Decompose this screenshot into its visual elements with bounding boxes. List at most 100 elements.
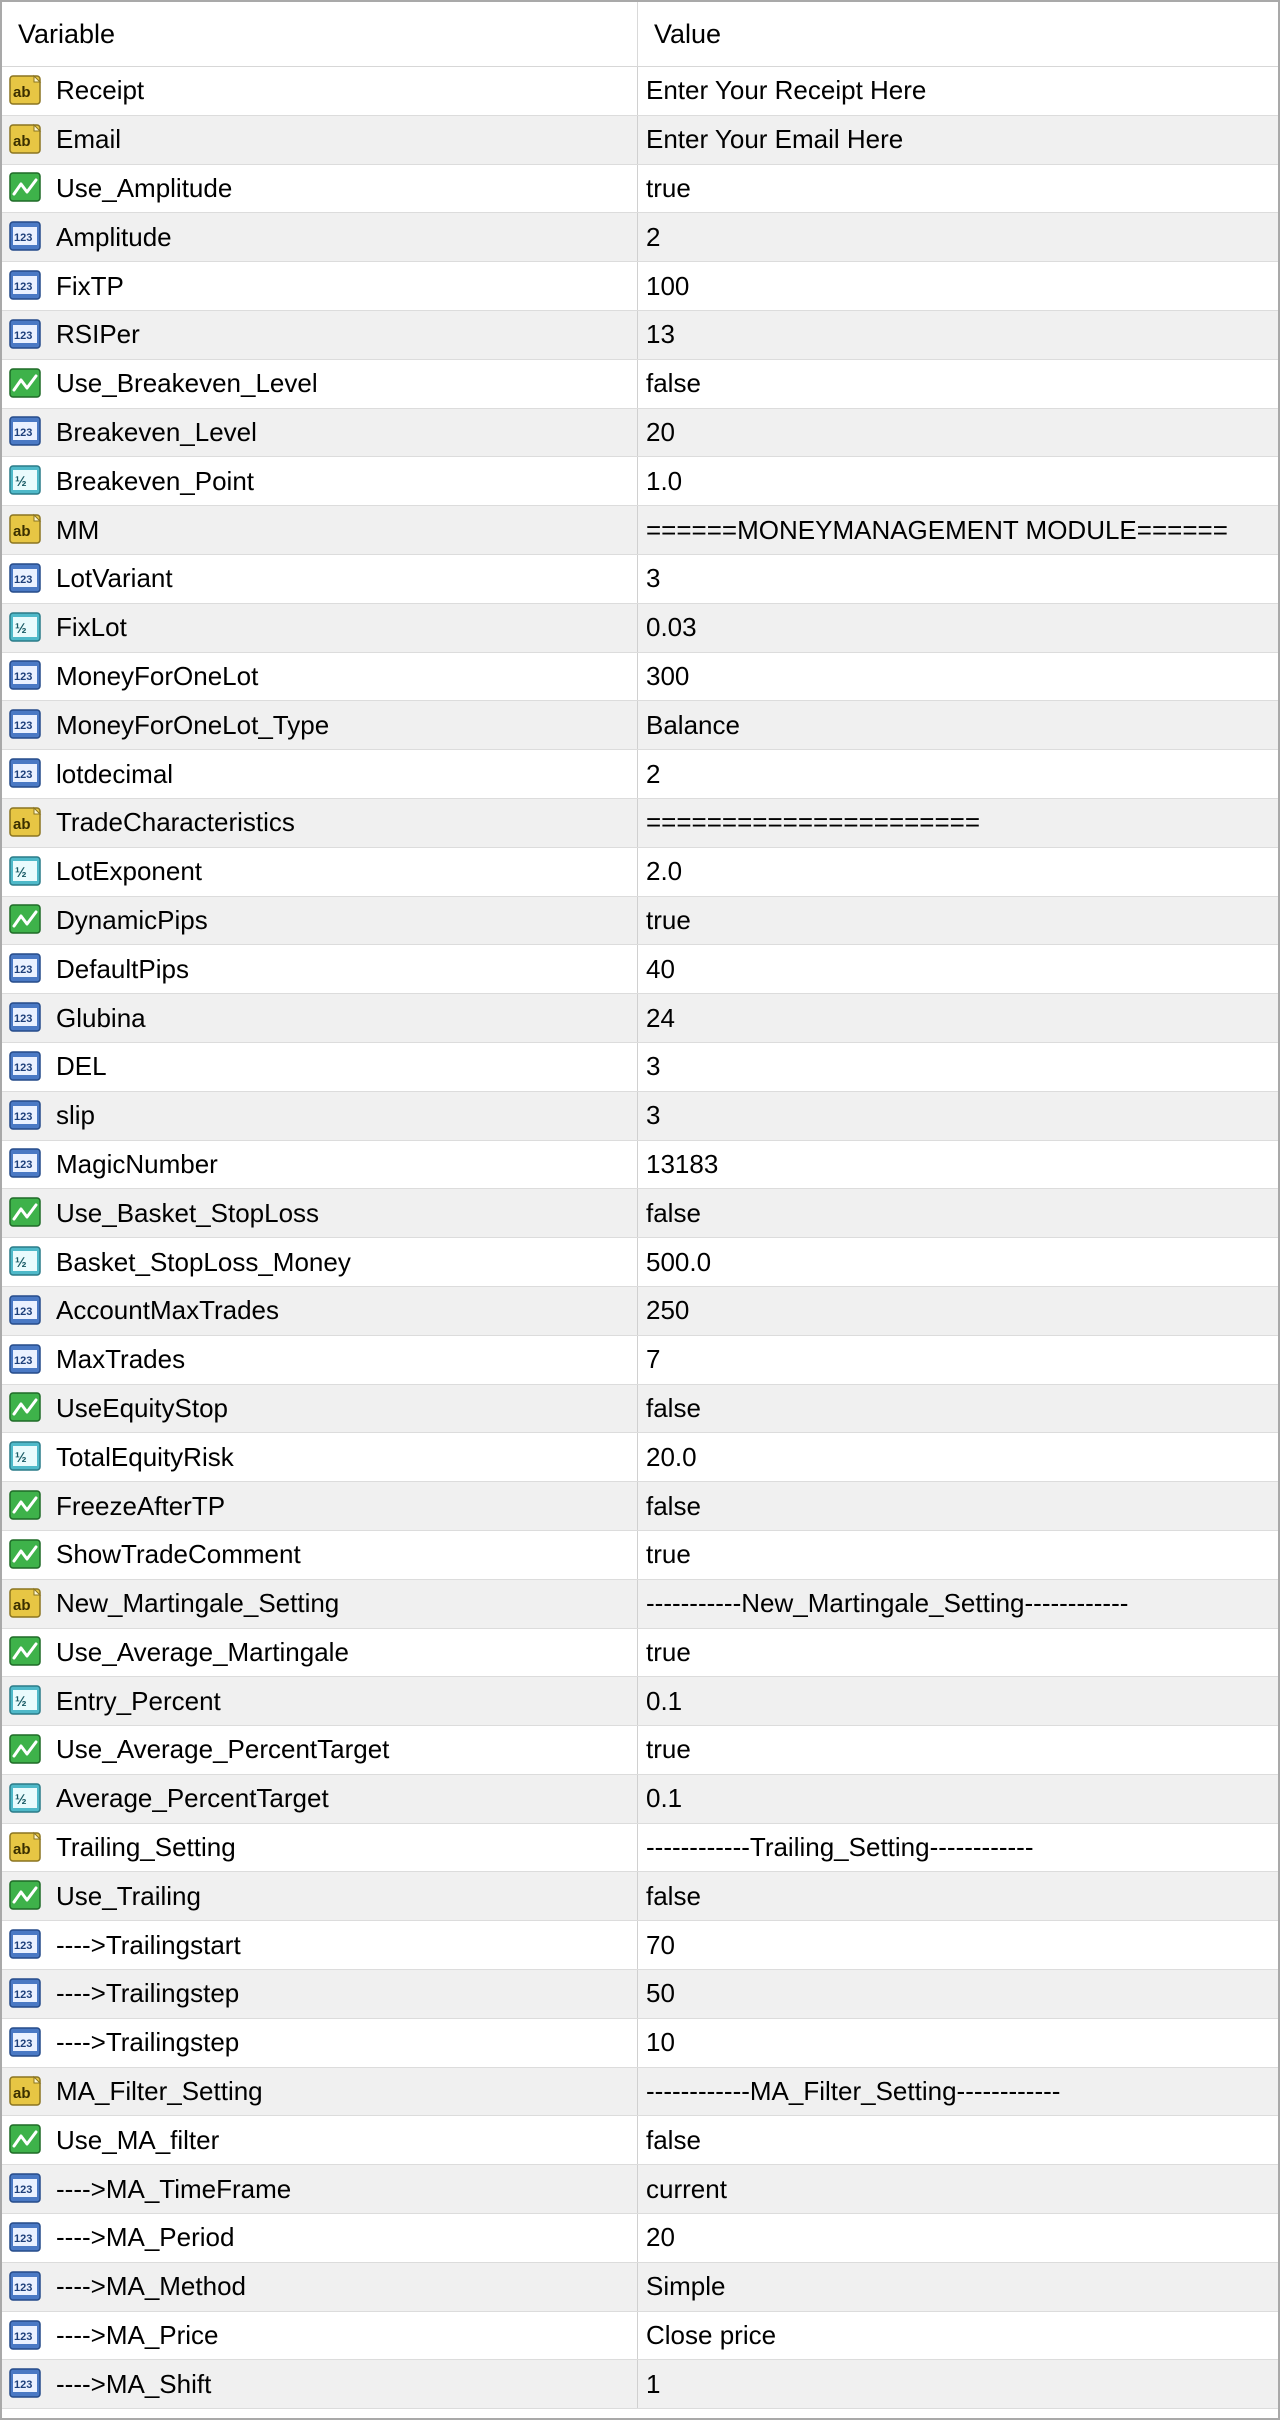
variable-column-header[interactable]: Variable: [2, 2, 638, 66]
table-row[interactable]: 123 LotVariant 3: [2, 554, 1278, 604]
value-cell[interactable]: true: [638, 1726, 1278, 1774]
value-cell[interactable]: 2.0: [638, 848, 1278, 896]
table-row[interactable]: UseEquityStop false: [2, 1384, 1278, 1434]
table-row[interactable]: ab New_Martingale_Setting -----------New_M…: [2, 1579, 1278, 1629]
value-cell[interactable]: 1: [638, 2360, 1278, 2408]
table-row[interactable]: 123 ---->Trailingstep 10: [2, 2018, 1278, 2068]
variable-cell[interactable]: ½ FixLot: [2, 603, 638, 652]
variable-cell[interactable]: Use_Average_PercentTarget: [2, 1726, 638, 1774]
value-cell[interactable]: true: [638, 1531, 1278, 1579]
variable-cell[interactable]: 123 Amplitude: [2, 213, 638, 262]
table-row[interactable]: 123 ---->MA_Method Simple: [2, 2262, 1278, 2312]
variable-cell[interactable]: Use_Trailing: [2, 1872, 638, 1921]
value-cell[interactable]: false: [638, 360, 1278, 408]
value-cell[interactable]: 2: [638, 213, 1278, 261]
variable-cell[interactable]: 123 DEL: [2, 1042, 638, 1091]
variable-cell[interactable]: 123 ---->MA_Price: [2, 2311, 638, 2360]
variable-cell[interactable]: DynamicPips: [2, 896, 638, 945]
value-cell[interactable]: 13: [638, 311, 1278, 359]
variable-cell[interactable]: ½ LotExponent: [2, 847, 638, 896]
value-cell[interactable]: ------------Trailing_Setting------------: [638, 1824, 1278, 1872]
table-row[interactable]: 123 DefaultPips 40: [2, 945, 1278, 995]
table-row[interactable]: 123 ---->MA_Price Close price: [2, 2311, 1278, 2361]
table-row[interactable]: ab Trailing_Setting ------------Trailing_S…: [2, 1823, 1278, 1873]
value-cell[interactable]: 10: [638, 2019, 1278, 2067]
variable-cell[interactable]: 123 LotVariant: [2, 554, 638, 603]
table-row[interactable]: Use_Basket_StopLoss false: [2, 1189, 1278, 1239]
table-row[interactable]: 123 Glubina 24: [2, 994, 1278, 1043]
value-cell[interactable]: 0.1: [638, 1775, 1278, 1823]
table-row[interactable]: ab Receipt Enter Your Receipt Here: [2, 67, 1278, 116]
table-row[interactable]: ab MA_Filter_Setting ------------MA_Filter…: [2, 2067, 1278, 2117]
value-cell[interactable]: 3: [638, 1043, 1278, 1091]
variable-cell[interactable]: 123 ---->Trailingstart: [2, 1921, 638, 1970]
value-cell[interactable]: 70: [638, 1921, 1278, 1969]
variable-cell[interactable]: ab Email: [2, 115, 638, 164]
table-row[interactable]: Use_Average_Martingale true: [2, 1628, 1278, 1678]
table-row[interactable]: Use_Average_PercentTarget true: [2, 1726, 1278, 1775]
value-cell[interactable]: false: [638, 1385, 1278, 1433]
value-cell[interactable]: 13183: [638, 1141, 1278, 1189]
value-cell[interactable]: 1.0: [638, 457, 1278, 505]
value-column-header[interactable]: Value: [638, 2, 1278, 66]
variable-cell[interactable]: 123 RSIPer: [2, 310, 638, 359]
table-row[interactable]: ½ Basket_StopLoss_Money 500.0: [2, 1238, 1278, 1287]
variable-cell[interactable]: 123 ---->MA_TimeFrame: [2, 2165, 638, 2214]
value-cell[interactable]: 20: [638, 409, 1278, 457]
variable-cell[interactable]: ab New_Martingale_Setting: [2, 1579, 638, 1628]
table-row[interactable]: ab Email Enter Your Email Here: [2, 115, 1278, 165]
value-cell[interactable]: 50: [638, 1970, 1278, 2018]
table-row[interactable]: 123 AccountMaxTrades 250: [2, 1286, 1278, 1336]
table-row[interactable]: 123 ---->MA_TimeFrame current: [2, 2165, 1278, 2215]
table-row[interactable]: ½ Entry_Percent 0.1: [2, 1677, 1278, 1727]
variable-cell[interactable]: 123 DefaultPips: [2, 945, 638, 994]
variable-cell[interactable]: 123 MoneyForOneLot_Type: [2, 701, 638, 750]
table-row[interactable]: ab TradeCharacteristics ==================…: [2, 798, 1278, 848]
value-cell[interactable]: ------------MA_Filter_Setting-----------…: [638, 2068, 1278, 2116]
table-row[interactable]: Use_Breakeven_Level false: [2, 359, 1278, 409]
variable-cell[interactable]: Use_MA_filter: [2, 2116, 638, 2165]
table-row[interactable]: ab MM ======MONEYMANAGEMENT MODULE======: [2, 506, 1278, 555]
value-cell[interactable]: Enter Your Email Here: [638, 116, 1278, 164]
value-cell[interactable]: false: [638, 1189, 1278, 1237]
table-row[interactable]: Use_MA_filter false: [2, 2116, 1278, 2166]
variable-cell[interactable]: ab Trailing_Setting: [2, 1823, 638, 1872]
variable-cell[interactable]: Use_Basket_StopLoss: [2, 1189, 638, 1238]
value-cell[interactable]: Enter Your Receipt Here: [638, 67, 1278, 115]
value-cell[interactable]: ======================: [638, 799, 1278, 847]
variable-cell[interactable]: ab MA_Filter_Setting: [2, 2067, 638, 2116]
value-cell[interactable]: 3: [638, 555, 1278, 603]
table-row[interactable]: 123 RSIPer 13: [2, 310, 1278, 360]
variable-cell[interactable]: 123 MaxTrades: [2, 1335, 638, 1384]
variable-cell[interactable]: 123 ---->Trailingstep: [2, 1970, 638, 2018]
value-cell[interactable]: 0.1: [638, 1677, 1278, 1725]
variable-cell[interactable]: 123 MagicNumber: [2, 1140, 638, 1189]
value-cell[interactable]: 2: [638, 750, 1278, 798]
table-row[interactable]: Use_Amplitude true: [2, 164, 1278, 214]
table-row[interactable]: 123 MoneyForOneLot_Type Balance: [2, 701, 1278, 751]
variable-cell[interactable]: ½ Entry_Percent: [2, 1677, 638, 1726]
variable-cell[interactable]: ShowTradeComment: [2, 1530, 638, 1579]
variable-cell[interactable]: 123 lotdecimal: [2, 750, 638, 798]
table-row[interactable]: 123 Breakeven_Level 20: [2, 408, 1278, 458]
variable-cell[interactable]: ab TradeCharacteristics: [2, 798, 638, 847]
value-cell[interactable]: ======MONEYMANAGEMENT MODULE======: [638, 506, 1278, 554]
variable-cell[interactable]: ab Receipt: [2, 67, 638, 115]
variable-cell[interactable]: 123 ---->MA_Period: [2, 2214, 638, 2262]
table-row[interactable]: ½ Breakeven_Point 1.0: [2, 457, 1278, 507]
value-cell[interactable]: current: [638, 2165, 1278, 2213]
variable-cell[interactable]: UseEquityStop: [2, 1384, 638, 1433]
variable-cell[interactable]: 123 slip: [2, 1091, 638, 1140]
value-cell[interactable]: 300: [638, 653, 1278, 701]
value-cell[interactable]: -----------New_Martingale_Setting-------…: [638, 1580, 1278, 1628]
variable-cell[interactable]: Use_Average_Martingale: [2, 1628, 638, 1677]
value-cell[interactable]: Simple: [638, 2263, 1278, 2311]
value-cell[interactable]: 500.0: [638, 1238, 1278, 1286]
table-row[interactable]: 123 ---->MA_Shift 1: [2, 2360, 1278, 2410]
variable-cell[interactable]: 123 ---->Trailingstep: [2, 2018, 638, 2067]
value-cell[interactable]: 20.0: [638, 1433, 1278, 1481]
value-cell[interactable]: false: [638, 1482, 1278, 1530]
value-cell[interactable]: 40: [638, 945, 1278, 993]
value-cell[interactable]: 250: [638, 1287, 1278, 1335]
table-row[interactable]: ½ LotExponent 2.0: [2, 847, 1278, 897]
